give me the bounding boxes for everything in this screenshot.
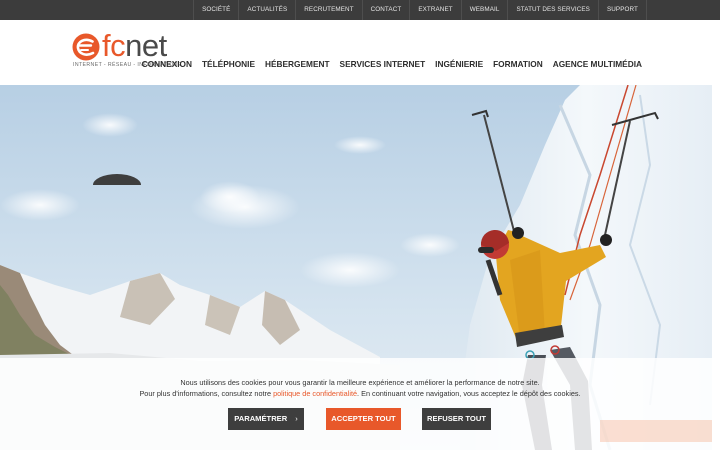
top-nav: Société Actualités Recrutement Contact E… [193,0,647,20]
privacy-policy-link[interactable]: politique de confidentialité [273,389,357,398]
accept-all-cookies-button[interactable]: Accepter tout [326,408,401,430]
cookie-consent-banner: Nous utilisons des cookies pour vous gar… [0,358,720,450]
top-utility-bar: Société Actualités Recrutement Contact E… [0,0,720,20]
top-nav-contact[interactable]: Contact [361,0,410,20]
nav-formation[interactable]: Formation [493,59,543,69]
top-nav-statut-services[interactable]: Statut des services [507,0,598,20]
top-nav-societe[interactable]: Société [193,0,238,20]
nav-hebergement[interactable]: Hébergement [265,59,330,69]
top-nav-actualites[interactable]: Actualités [238,0,295,20]
chevron-right-icon: › [295,414,298,423]
nav-agence-multimedia[interactable]: Agence multimédia [553,59,642,69]
cookie-message-line1: Nous utilisons des cookies pour vous gar… [180,378,540,387]
logo-prefix: fc [102,28,126,63]
fcnet-logo-mark-icon [72,33,100,61]
cookie-line2-before: Pour plus d'informations, consultez notr… [139,388,274,398]
site-header: fcnet Internet - Réseau - Informatique C… [0,20,720,85]
top-nav-recrutement[interactable]: Recrutement [295,0,361,20]
nav-telephonie[interactable]: Téléphonie [202,59,255,69]
cookie-message: Nous utilisons des cookies pour vous gar… [0,378,720,399]
top-nav-extranet[interactable]: Extranet [409,0,460,20]
cookie-message-line2: Pour plus d'informations, consultez notr… [0,389,720,400]
top-nav-support[interactable]: Support [597,0,647,20]
nav-connexion[interactable]: Connexion [142,59,192,69]
top-nav-webmail[interactable]: Webmail [460,0,508,20]
nav-ingenierie[interactable]: Ingénierie [435,59,483,69]
main-nav: Connexion Téléphonie Hébergement Service… [142,59,642,69]
cookie-settings-button[interactable]: Paramétrer › [228,408,304,430]
cookie-line2-after: . En continuant votre navigation, vous a… [357,388,581,398]
logo-suffix: net [125,28,167,63]
refuse-all-cookies-button[interactable]: Refuser tout [422,408,491,430]
cookie-settings-label: Paramétrer [234,414,288,423]
nav-services-internet[interactable]: Services Internet [340,59,426,69]
faded-background-button [600,420,712,442]
